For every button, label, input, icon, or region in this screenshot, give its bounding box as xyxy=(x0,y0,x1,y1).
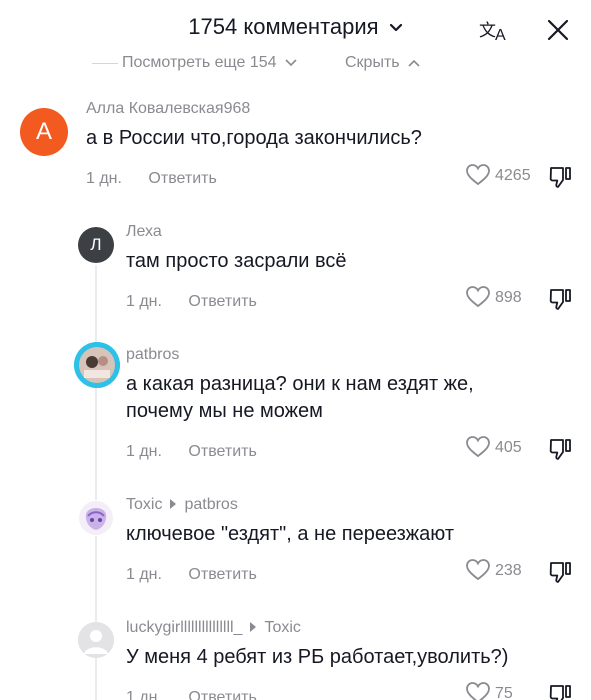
comment-time: 1 дн. xyxy=(126,566,162,583)
comment-username-line: Toxic patbros xyxy=(126,496,238,514)
default-avatar-icon xyxy=(78,622,114,658)
divider xyxy=(92,63,118,64)
like-button[interactable]: 75 xyxy=(465,681,545,700)
comment-meta: 1 дн. Ответить xyxy=(126,566,257,584)
translate-icon: 文 A xyxy=(479,21,506,44)
reply-button[interactable]: Ответить xyxy=(188,443,256,460)
comment-text-line-2: почему мы не можем xyxy=(126,400,323,422)
dislike-icon[interactable] xyxy=(547,436,573,462)
replies-toggle-row: Посмотреть еще 154 Скрыть xyxy=(0,54,591,78)
like-count: 75 xyxy=(495,685,513,700)
comment-meta: 1 дн. Ответить xyxy=(86,170,217,188)
comment-username[interactable]: patbros xyxy=(126,346,179,364)
like-button[interactable]: 238 xyxy=(465,558,545,586)
comments-header: 1754 комментария 文 A xyxy=(0,0,591,56)
heart-icon xyxy=(466,286,490,308)
close-icon xyxy=(547,19,569,41)
comment-meta: 1 дн. Ответить xyxy=(126,443,257,461)
heart-icon xyxy=(466,682,490,700)
comment-meta: 1 дн. Ответить xyxy=(126,689,257,700)
reply-button[interactable]: Ответить xyxy=(148,170,216,187)
reply-button[interactable]: Ответить xyxy=(188,293,256,310)
comments-count-title: 1754 комментария xyxy=(188,14,379,39)
comment-time: 1 дн. xyxy=(126,293,162,310)
reply-button[interactable]: Ответить xyxy=(188,689,256,700)
comment-time: 1 дн. xyxy=(126,689,162,700)
chevron-down-icon xyxy=(389,24,402,32)
comment-username-line: luckygirlllllllllllllll_ Toxic xyxy=(126,619,301,637)
chevron-down-icon xyxy=(285,59,297,66)
comment-time: 1 дн. xyxy=(86,170,122,187)
reply-arrow-icon xyxy=(250,621,257,632)
svg-text:文: 文 xyxy=(479,21,496,41)
heart-icon xyxy=(466,436,490,458)
user-photo-icon xyxy=(74,342,120,388)
avatar[interactable] xyxy=(78,622,114,658)
dislike-icon[interactable] xyxy=(547,682,573,700)
svg-text:A: A xyxy=(495,27,506,44)
reply-button[interactable]: Ответить xyxy=(188,566,256,583)
comment-text-line-1: а какая разница? они к нам ездят же, xyxy=(126,373,474,395)
comment-username[interactable]: Toxic xyxy=(126,496,162,513)
heart-icon xyxy=(466,559,490,581)
heart-icon xyxy=(466,164,490,186)
hide-replies-button[interactable]: Скрыть xyxy=(345,54,420,72)
like-count: 405 xyxy=(495,439,522,456)
dislike-icon[interactable] xyxy=(547,559,573,585)
translate-button[interactable]: 文 A xyxy=(478,16,512,44)
like-button[interactable]: 898 xyxy=(465,285,545,313)
avatar[interactable]: Л xyxy=(78,227,114,263)
chevron-up-icon xyxy=(408,59,420,67)
dislike-icon[interactable] xyxy=(547,164,573,190)
comment-username[interactable]: Леха xyxy=(126,223,162,241)
reply-arrow-icon xyxy=(170,498,177,509)
comment-text: ключевое "ездят", а не переезжают xyxy=(126,523,455,545)
avatar[interactable]: А xyxy=(20,108,68,156)
dislike-icon[interactable] xyxy=(547,286,573,312)
like-count: 238 xyxy=(495,562,522,579)
comment-text: а в России что,города закончились? xyxy=(86,127,422,149)
comment-time: 1 дн. xyxy=(126,443,162,460)
like-count: 4265 xyxy=(495,167,531,184)
like-button[interactable]: 4265 xyxy=(465,163,545,191)
comment-meta: 1 дн. Ответить xyxy=(126,293,257,311)
avatar[interactable] xyxy=(74,342,120,388)
comment-text: У меня 4 ребят из РБ работает,уволить?) xyxy=(126,646,509,668)
comment-username[interactable]: luckygirlllllllllllllll_ xyxy=(126,619,242,636)
close-button[interactable] xyxy=(544,16,572,44)
like-count: 898 xyxy=(495,289,522,306)
avatar[interactable] xyxy=(78,500,114,536)
user-photo-icon xyxy=(79,501,113,535)
like-button[interactable]: 405 xyxy=(465,435,545,463)
reply-to-username[interactable]: Toxic xyxy=(264,619,300,636)
view-more-replies-button[interactable]: Посмотреть еще 154 xyxy=(122,54,297,72)
comment-text: там просто засрали всё xyxy=(126,250,347,272)
comment-username[interactable]: Алла Ковалевская968 xyxy=(86,100,250,118)
reply-to-username[interactable]: patbros xyxy=(184,496,237,513)
